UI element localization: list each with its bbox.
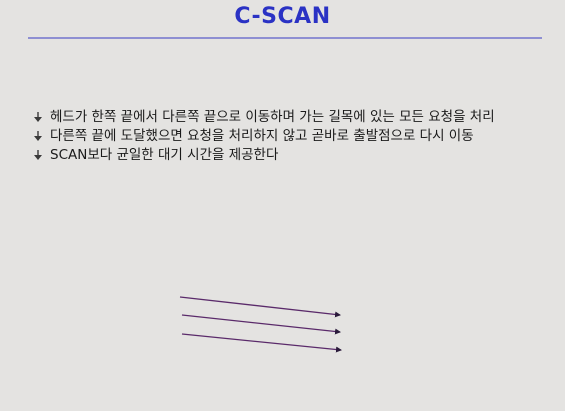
bullet-text: 헤드가 한쪽 끝에서 다른쪽 끝으로 이동하며 가는 길목에 있는 모든 요청을… xyxy=(50,109,495,125)
bullet-item: 헤드가 한쪽 끝에서 다른쪽 끝으로 이동하며 가는 길목에 있는 모든 요청을… xyxy=(33,109,533,126)
scan-arrow xyxy=(181,314,341,335)
slide: C-SCAN 헤드가 한쪽 끝에서 다른쪽 끝으로 이동하며 가는 길목에 있는… xyxy=(0,0,565,411)
bullet-list: 헤드가 한쪽 끝에서 다른쪽 끝으로 이동하며 가는 길목에 있는 모든 요청을… xyxy=(33,109,533,166)
bullet-text: 다른쪽 끝에 도달했으면 요청을 처리하지 않고 곧바로 출발점으로 다시 이동 xyxy=(50,128,474,144)
bullet-item: SCAN보다 균일한 대기 시간을 제공한다 xyxy=(33,147,533,164)
arrow-bullet-icon xyxy=(34,112,42,122)
scan-arrow xyxy=(181,333,342,353)
arrow-bullet-icon xyxy=(34,150,42,160)
scan-arrow xyxy=(179,296,341,318)
scan-arrows-diagram xyxy=(179,296,342,353)
slide-title: C-SCAN xyxy=(234,4,331,29)
bullet-item: 다른쪽 끝에 도달했으면 요청을 처리하지 않고 곧바로 출발점으로 다시 이동 xyxy=(33,128,533,145)
bullet-text: SCAN보다 균일한 대기 시간을 제공한다 xyxy=(50,147,279,163)
title-underline xyxy=(28,37,542,39)
arrow-bullet-icon xyxy=(34,131,42,141)
